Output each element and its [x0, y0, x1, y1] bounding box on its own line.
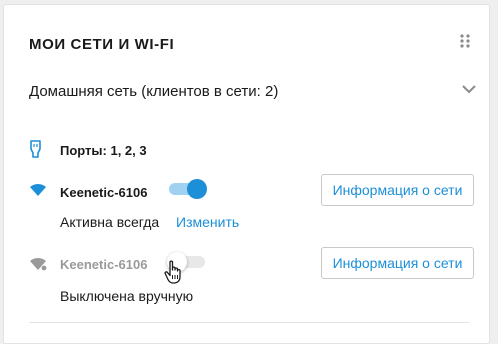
- network-name: Keenetic-6106: [60, 257, 148, 272]
- wifi-icon: [29, 183, 47, 197]
- divider: [29, 322, 469, 323]
- panel-title: МОИ СЕТИ И WI-FI: [29, 36, 175, 53]
- toggle-knob: [187, 179, 207, 199]
- network-info-button[interactable]: Информация о сети: [321, 174, 474, 206]
- toggle-knob: [167, 252, 187, 272]
- network-info-button[interactable]: Информация о сети: [321, 247, 474, 279]
- ethernet-port-icon: [29, 140, 42, 158]
- wifi-icon: [29, 257, 47, 271]
- home-network-label[interactable]: Домашняя сеть (клиентов в сети: 2): [29, 83, 278, 100]
- network-name: Keenetic-6106: [60, 185, 148, 200]
- chevron-down-icon[interactable]: [461, 81, 477, 97]
- drag-handle-icon[interactable]: [459, 33, 471, 49]
- ports-label: Порты: 1, 2, 3: [60, 143, 147, 158]
- network-status: Активна всегда: [60, 214, 160, 230]
- network-status: Выключена вручную: [60, 288, 194, 304]
- network-toggle[interactable]: [167, 251, 207, 273]
- change-link[interactable]: Изменить: [176, 214, 239, 230]
- my-networks-panel: МОИ СЕТИ И WI-FI Домашняя сеть (клиентов…: [3, 4, 490, 344]
- network-toggle[interactable]: [167, 178, 207, 200]
